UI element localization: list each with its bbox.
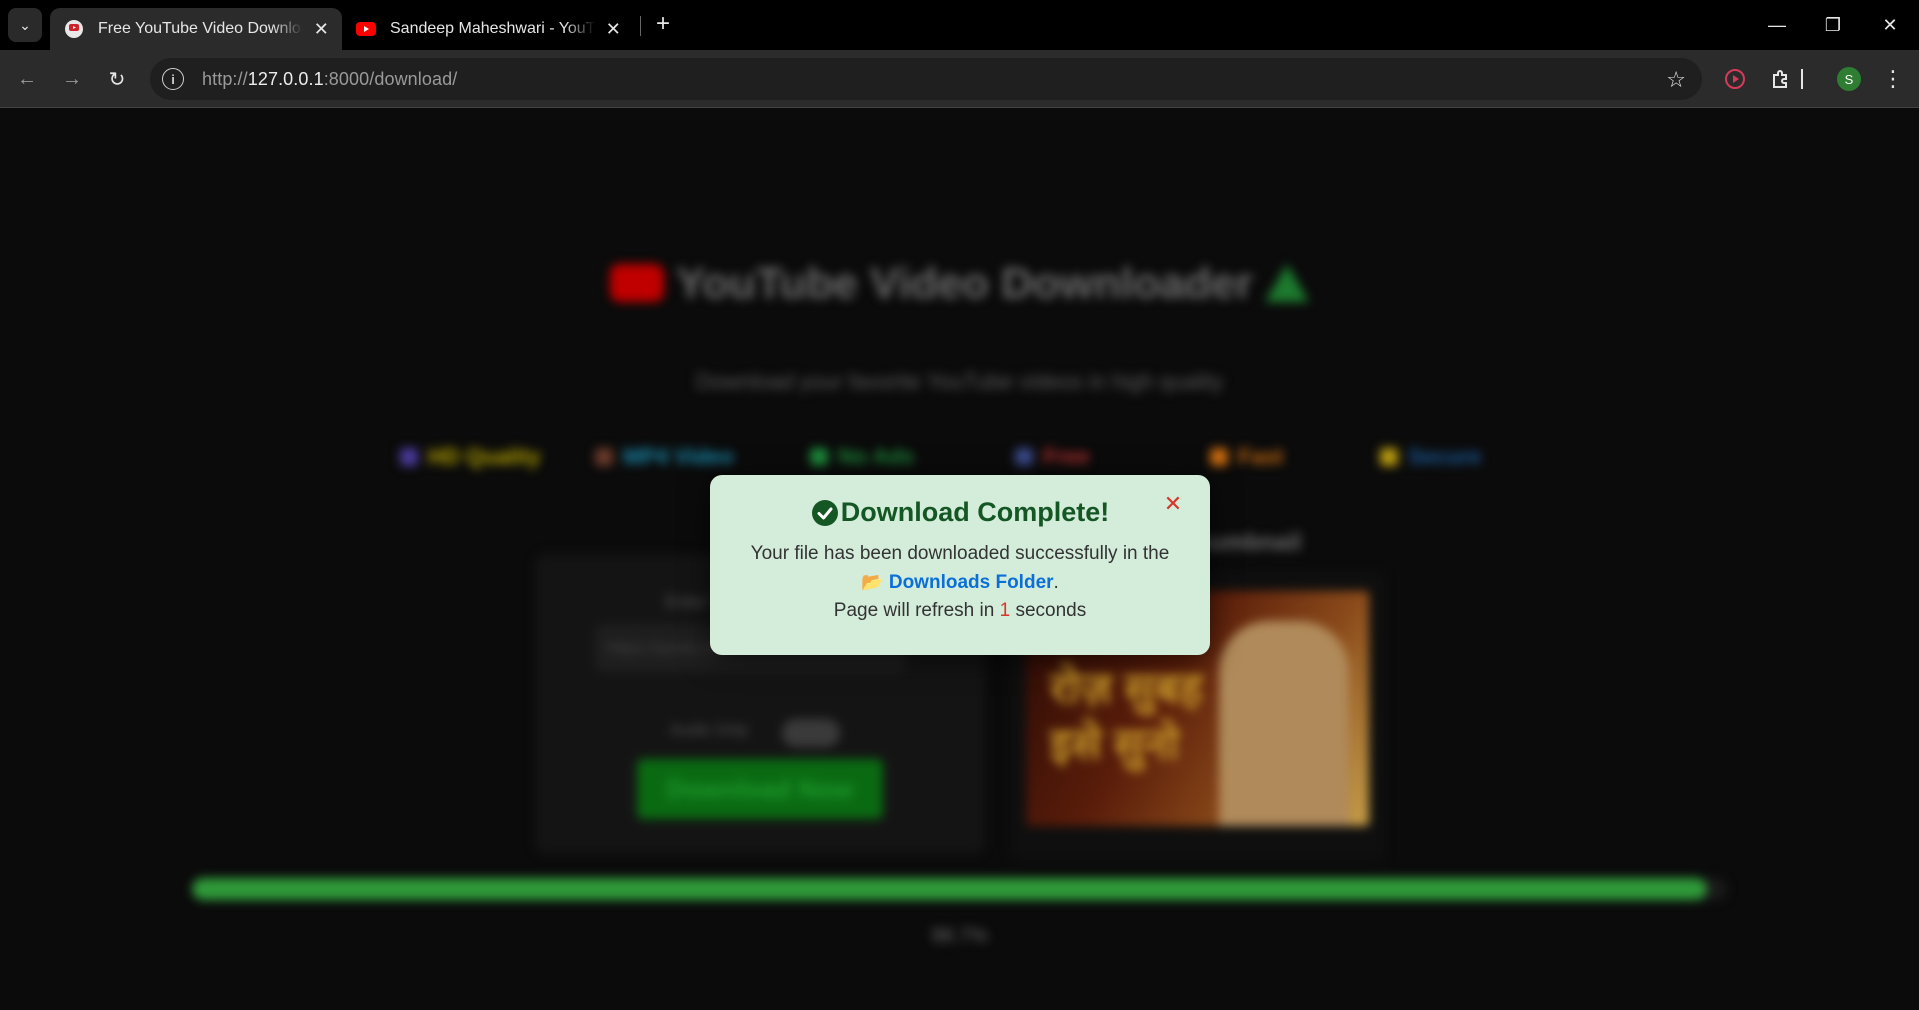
close-icon[interactable]: ✕ bbox=[1162, 493, 1184, 515]
folder-icon: 📂 bbox=[861, 572, 884, 592]
page-subtitle: Download your favorite YouTube videos in… bbox=[695, 369, 1224, 394]
site-info-icon[interactable]: i bbox=[162, 68, 184, 90]
tab-youtube-downloader[interactable]: Free YouTube Video Downloader ✕ bbox=[50, 8, 342, 50]
modal-message: Your file has been downloaded successful… bbox=[750, 543, 1170, 621]
download-complete-modal: ✕ Download Complete! Your file has been … bbox=[710, 475, 1210, 655]
check-circle-icon bbox=[811, 499, 838, 526]
tab-search-button[interactable]: ⌄ bbox=[8, 8, 42, 42]
feature-item-free: Free bbox=[1015, 444, 1089, 470]
reload-icon[interactable]: ↻ bbox=[102, 64, 132, 94]
toolbar-divider bbox=[1800, 64, 1804, 94]
refresh-notice: Page will refresh in 1 seconds bbox=[833, 600, 1087, 621]
feature-item-mp4-video: MP4 Video bbox=[595, 444, 734, 470]
tab-close-icon[interactable]: ✕ bbox=[311, 18, 332, 40]
window-close-icon[interactable]: ✕ bbox=[1870, 10, 1910, 40]
audio-only-toggle[interactable] bbox=[782, 719, 840, 747]
url-text[interactable]: http://127.0.0.1:8000/download/ bbox=[202, 69, 457, 90]
downloader-favicon-icon bbox=[65, 20, 83, 38]
feature-item-hd-quality: HD Quality bbox=[400, 444, 540, 470]
tab-sandeep-maheshwari[interactable]: Sandeep Maheshwari - YouTube ✕ bbox=[342, 8, 634, 50]
browser-menu-icon[interactable]: ⋮ bbox=[1878, 64, 1908, 94]
tab-title: Free YouTube Video Downloader bbox=[98, 20, 303, 37]
restore-icon[interactable]: ❐ bbox=[1813, 10, 1853, 40]
downloads-folder-link[interactable]: Downloads Folder bbox=[889, 572, 1054, 593]
chevron-down-icon: ⌄ bbox=[19, 16, 31, 33]
forward-arrow-icon[interactable]: → bbox=[57, 64, 87, 94]
minimize-icon[interactable]: — bbox=[1757, 10, 1797, 40]
tree-icon bbox=[1264, 264, 1309, 302]
page-title: YouTube Video Downloader bbox=[0, 259, 1919, 309]
tab-close-icon[interactable]: ✕ bbox=[603, 18, 624, 40]
address-bar[interactable]: i http://127.0.0.1:8000/download/ ☆ bbox=[150, 58, 1702, 100]
progress-bar bbox=[192, 878, 1727, 900]
feature-item-no-ads: No Ads bbox=[810, 444, 914, 470]
youtube-logo-icon bbox=[610, 264, 665, 302]
extensions-puzzle-icon[interactable] bbox=[1766, 64, 1796, 94]
thumbnail-text: रोज़ सुबह इसे सुनो bbox=[1050, 664, 1203, 769]
browser-toolbar: ← → ↻ i http://127.0.0.1:8000/download/ … bbox=[0, 50, 1919, 108]
bookmark-star-icon[interactable]: ☆ bbox=[1666, 67, 1686, 93]
feature-item-fast: Fast bbox=[1210, 444, 1283, 470]
profile-avatar[interactable]: S bbox=[1834, 64, 1864, 94]
tab-separator bbox=[640, 16, 641, 36]
progress-percent: 98.7% bbox=[931, 925, 988, 947]
audio-only-label: Audio Only bbox=[670, 722, 749, 739]
video-extension-icon[interactable] bbox=[1720, 64, 1750, 94]
download-now-button[interactable]: Download Now bbox=[637, 759, 883, 819]
feature-item-secure: Secure bbox=[1380, 444, 1481, 470]
modal-title: Download Complete! bbox=[710, 497, 1210, 528]
tab-strip: ⌄ Free YouTube Video Downloader ✕ Sandee… bbox=[0, 0, 1919, 50]
youtube-favicon-icon bbox=[356, 22, 376, 36]
thumbnail-person bbox=[1219, 621, 1349, 826]
tab-title: Sandeep Maheshwari - YouTube bbox=[390, 20, 595, 37]
new-tab-icon[interactable]: + bbox=[650, 12, 676, 38]
progress-fill bbox=[192, 878, 1708, 900]
back-arrow-icon[interactable]: ← bbox=[12, 64, 42, 94]
refresh-countdown: 1 bbox=[999, 600, 1011, 621]
